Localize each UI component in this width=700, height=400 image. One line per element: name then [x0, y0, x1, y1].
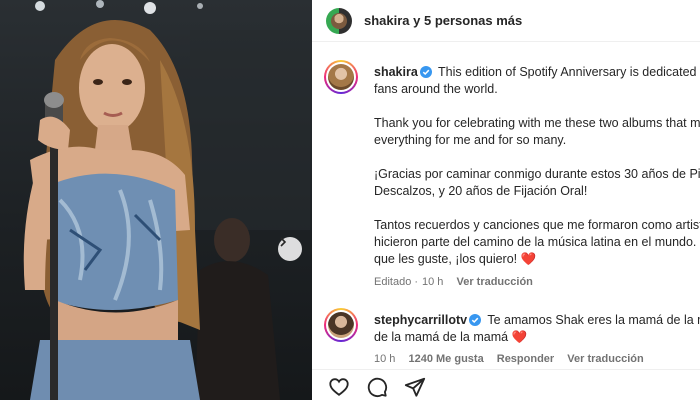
verified-icon [419, 66, 432, 78]
verified-icon [469, 314, 482, 326]
caption-line: Tantos recuerdos y canciones que me form… [374, 218, 700, 232]
caption-line: This edition of Spotify Anniversary is d… [438, 65, 700, 79]
see-translation-link[interactable]: Ver traducción [567, 353, 643, 365]
post-photo [0, 0, 312, 400]
caption-line: ¡Gracias por caminar conmigo durante est… [374, 167, 700, 181]
reply-button[interactable]: Responder [497, 353, 554, 365]
like-count[interactable]: 1240 Me gusta [408, 353, 483, 365]
avatar[interactable] [324, 308, 358, 342]
caption-text: shakira This edition of Spotify Annivers… [374, 64, 700, 268]
next-photo-button[interactable] [278, 237, 302, 261]
caption-line: Thank you for celebrating with me these … [374, 116, 700, 130]
caption-line: Descalzos, y 20 años de Fijación Oral! [374, 184, 588, 198]
caption-line: everything for me and for so many. [374, 133, 567, 147]
caption-username[interactable]: shakira [374, 65, 418, 79]
caption-line: fans around the world. [374, 82, 498, 96]
post-author-line[interactable]: shakira y 5 personas más [364, 13, 522, 28]
heart-emoji: ❤️ [511, 330, 528, 344]
comment-meta: 10 h 1240 Me gusta Responder Ver traducc… [374, 353, 654, 365]
caption-meta: Editado · 10 h Ver traducción [374, 276, 533, 288]
comment-username[interactable]: stephycarrillotv [374, 313, 467, 327]
timestamp: 10 h [374, 353, 396, 365]
avatar[interactable] [324, 60, 358, 94]
action-bar [312, 369, 700, 400]
post-details-panel: shakira y 5 personas más shakira This ed… [312, 0, 700, 400]
see-translation-link[interactable]: Ver traducción [456, 276, 532, 288]
comment-line: de la mamá de la mamá [374, 330, 509, 344]
chevron-right-icon [280, 237, 287, 247]
comment-text: stephycarrillotv Te amamos Shak eres la … [374, 312, 700, 346]
share-icon[interactable] [404, 376, 426, 398]
edited-label: Editado [374, 276, 412, 288]
caption-line: hicieron parte del camino de la música l… [374, 235, 700, 249]
collab-avatar[interactable] [326, 7, 352, 34]
timestamp: 10 h [421, 276, 444, 288]
heart-emoji: ❤️ [520, 252, 537, 266]
photo-illustration [23, 0, 310, 400]
comment-icon[interactable] [366, 376, 388, 398]
heart-icon[interactable] [328, 376, 350, 398]
caption-line: que les guste, ¡los quiero! [374, 252, 518, 266]
comment-line: Te amamos Shak eres la mamá de la mamá [487, 313, 700, 327]
avatar-image [328, 312, 354, 338]
avatar-image [328, 64, 354, 90]
post-header: shakira y 5 personas más [312, 0, 700, 42]
